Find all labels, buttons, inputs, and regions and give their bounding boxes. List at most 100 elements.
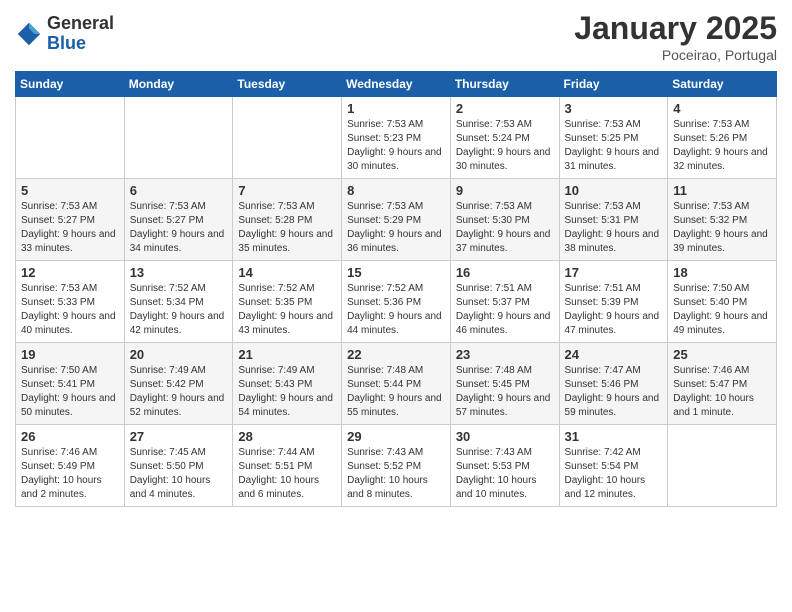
day-info: Sunrise: 7:48 AMSunset: 5:45 PMDaylight:… [456,364,554,420]
day-info: Sunrise: 7:43 AMSunset: 5:52 PMDaylight:… [347,446,445,502]
weekday-header-thursday: Thursday [450,72,559,97]
calendar-cell [233,97,342,179]
calendar-cell: 4 Sunrise: 7:53 AMSunset: 5:26 PMDaylight… [668,97,777,179]
calendar-cell: 8Sunrise: 7:53 AMSunset: 5:29 PMDaylight… [342,179,451,261]
weekday-header-monday: Monday [124,72,233,97]
day-number: 12 [21,265,119,280]
day-info: Sunrise: 7:53 AMSunset: 5:24 PMDaylight:… [456,118,554,174]
calendar-cell [124,97,233,179]
calendar-week-row: 19 Sunrise: 7:50 AMSunset: 5:41 PMDayligh… [16,343,777,425]
location: Poceirao, Portugal [574,47,777,63]
logo-icon [15,20,43,48]
calendar-cell: 20 Sunrise: 7:49 AMSunset: 5:42 PMDayligh… [124,343,233,425]
day-number: 24 [565,347,663,362]
calendar-cell: 19 Sunrise: 7:50 AMSunset: 5:41 PMDayligh… [16,343,125,425]
calendar-cell: 12Sunrise: 7:53 AMSunset: 5:33 PMDayligh… [16,261,125,343]
calendar-cell: 7 Sunrise: 7:53 AMSunset: 5:28 PMDaylight… [233,179,342,261]
month-title: January 2025 [574,10,777,47]
day-number: 7 [238,183,336,198]
calendar-cell: 26 Sunrise: 7:46 AMSunset: 5:49 PMDayligh… [16,425,125,507]
day-number: 27 [130,429,228,444]
day-info: Sunrise: 7:53 AMSunset: 5:31 PMDaylight:… [565,200,663,256]
logo-text: General Blue [47,14,114,54]
header: General Blue January 2025 Poceirao, Port… [15,10,777,63]
calendar-cell: 9 Sunrise: 7:53 AMSunset: 5:30 PMDaylight… [450,179,559,261]
calendar-cell: 31Sunrise: 7:42 AMSunset: 5:54 PMDayligh… [559,425,668,507]
calendar-cell: 10 Sunrise: 7:53 AMSunset: 5:31 PMDayligh… [559,179,668,261]
day-number: 18 [673,265,771,280]
calendar-cell: 11Sunrise: 7:53 AMSunset: 5:32 PMDayligh… [668,179,777,261]
day-info: Sunrise: 7:53 AMSunset: 5:27 PMDaylight:… [21,200,119,256]
calendar-cell: 22 Sunrise: 7:48 AMSunset: 5:44 PMDayligh… [342,343,451,425]
day-info: Sunrise: 7:51 AMSunset: 5:37 PMDaylight:… [456,282,554,338]
day-number: 10 [565,183,663,198]
day-info: Sunrise: 7:46 AMSunset: 5:49 PMDaylight:… [21,446,119,502]
calendar-cell: 29 Sunrise: 7:43 AMSunset: 5:52 PMDayligh… [342,425,451,507]
day-number: 14 [238,265,336,280]
day-info: Sunrise: 7:53 AMSunset: 5:29 PMDaylight:… [347,200,445,256]
day-number: 22 [347,347,445,362]
day-number: 1 [347,101,445,116]
day-number: 2 [456,101,554,116]
calendar-cell: 14 Sunrise: 7:52 AMSunset: 5:35 PMDayligh… [233,261,342,343]
calendar-cell: 17 Sunrise: 7:51 AMSunset: 5:39 PMDayligh… [559,261,668,343]
day-info: Sunrise: 7:45 AMSunset: 5:50 PMDaylight:… [130,446,228,502]
calendar-cell: 13 Sunrise: 7:52 AMSunset: 5:34 PMDayligh… [124,261,233,343]
calendar-cell: 2 Sunrise: 7:53 AMSunset: 5:24 PMDaylight… [450,97,559,179]
weekday-header-saturday: Saturday [668,72,777,97]
day-number: 15 [347,265,445,280]
logo-general-text: General [47,14,114,34]
day-info: Sunrise: 7:52 AMSunset: 5:35 PMDaylight:… [238,282,336,338]
calendar-week-row: 1 Sunrise: 7:53 AMSunset: 5:23 PMDaylight… [16,97,777,179]
day-info: Sunrise: 7:53 AMSunset: 5:30 PMDaylight:… [456,200,554,256]
calendar-cell [16,97,125,179]
day-number: 21 [238,347,336,362]
calendar-cell: 16 Sunrise: 7:51 AMSunset: 5:37 PMDayligh… [450,261,559,343]
logo-blue-text: Blue [47,34,114,54]
day-info: Sunrise: 7:53 AMSunset: 5:32 PMDaylight:… [673,200,771,256]
day-info: Sunrise: 7:49 AMSunset: 5:43 PMDaylight:… [238,364,336,420]
day-number: 5 [21,183,119,198]
day-info: Sunrise: 7:52 AMSunset: 5:34 PMDaylight:… [130,282,228,338]
day-info: Sunrise: 7:53 AMSunset: 5:23 PMDaylight:… [347,118,445,174]
day-info: Sunrise: 7:53 AMSunset: 5:26 PMDaylight:… [673,118,771,174]
day-number: 23 [456,347,554,362]
day-number: 20 [130,347,228,362]
calendar-cell: 25Sunrise: 7:46 AMSunset: 5:47 PMDayligh… [668,343,777,425]
weekday-header-wednesday: Wednesday [342,72,451,97]
day-info: Sunrise: 7:50 AMSunset: 5:41 PMDaylight:… [21,364,119,420]
calendar-cell: 21 Sunrise: 7:49 AMSunset: 5:43 PMDayligh… [233,343,342,425]
calendar-cell: 15 Sunrise: 7:52 AMSunset: 5:36 PMDayligh… [342,261,451,343]
day-number: 6 [130,183,228,198]
calendar-table: SundayMondayTuesdayWednesdayThursdayFrid… [15,71,777,507]
calendar-cell: 18 Sunrise: 7:50 AMSunset: 5:40 PMDayligh… [668,261,777,343]
day-number: 16 [456,265,554,280]
calendar-week-row: 5 Sunrise: 7:53 AMSunset: 5:27 PMDaylight… [16,179,777,261]
calendar-week-row: 12Sunrise: 7:53 AMSunset: 5:33 PMDayligh… [16,261,777,343]
day-info: Sunrise: 7:53 AMSunset: 5:28 PMDaylight:… [238,200,336,256]
day-number: 31 [565,429,663,444]
calendar-cell [668,425,777,507]
day-number: 17 [565,265,663,280]
day-info: Sunrise: 7:52 AMSunset: 5:36 PMDaylight:… [347,282,445,338]
day-number: 19 [21,347,119,362]
day-info: Sunrise: 7:53 AMSunset: 5:25 PMDaylight:… [565,118,663,174]
page: General Blue January 2025 Poceirao, Port… [0,0,792,522]
day-info: Sunrise: 7:44 AMSunset: 5:51 PMDaylight:… [238,446,336,502]
calendar-cell: 1 Sunrise: 7:53 AMSunset: 5:23 PMDaylight… [342,97,451,179]
day-number: 13 [130,265,228,280]
day-number: 30 [456,429,554,444]
day-info: Sunrise: 7:48 AMSunset: 5:44 PMDaylight:… [347,364,445,420]
day-info: Sunrise: 7:50 AMSunset: 5:40 PMDaylight:… [673,282,771,338]
day-info: Sunrise: 7:49 AMSunset: 5:42 PMDaylight:… [130,364,228,420]
day-number: 4 [673,101,771,116]
calendar-week-row: 26 Sunrise: 7:46 AMSunset: 5:49 PMDayligh… [16,425,777,507]
day-number: 9 [456,183,554,198]
calendar-cell: 30Sunrise: 7:43 AMSunset: 5:53 PMDayligh… [450,425,559,507]
day-info: Sunrise: 7:51 AMSunset: 5:39 PMDaylight:… [565,282,663,338]
calendar-cell: 23 Sunrise: 7:48 AMSunset: 5:45 PMDayligh… [450,343,559,425]
day-info: Sunrise: 7:47 AMSunset: 5:46 PMDaylight:… [565,364,663,420]
day-number: 26 [21,429,119,444]
weekday-header-sunday: Sunday [16,72,125,97]
day-number: 29 [347,429,445,444]
